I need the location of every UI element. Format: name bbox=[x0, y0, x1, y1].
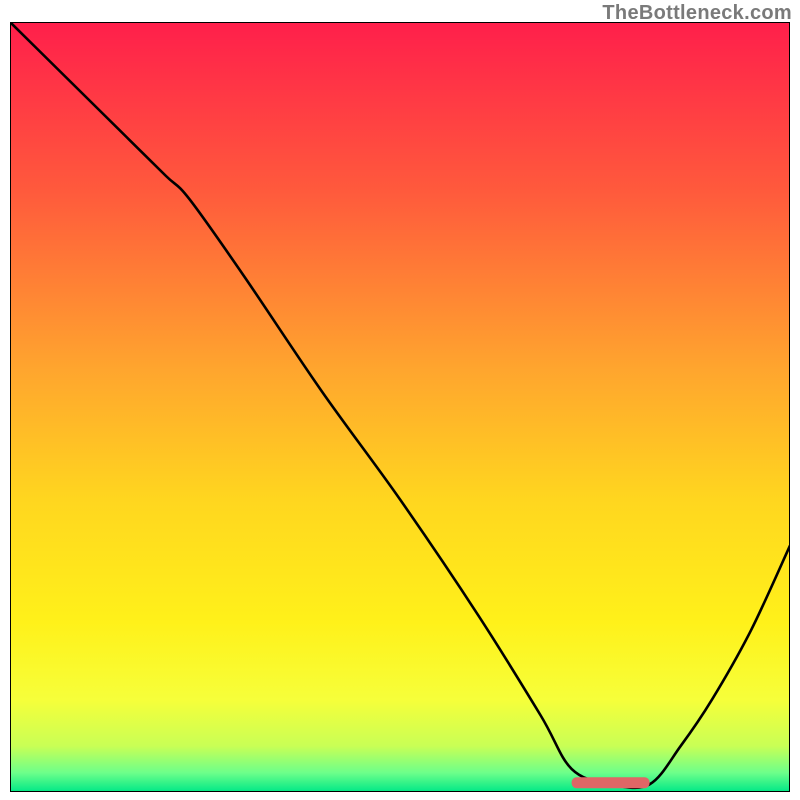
chart-stage: TheBottleneck.com bbox=[0, 0, 800, 800]
bottleneck-chart bbox=[10, 22, 790, 792]
optimal-range-marker bbox=[572, 777, 650, 788]
watermark-label: TheBottleneck.com bbox=[602, 2, 792, 25]
chart-frame bbox=[10, 22, 790, 792]
